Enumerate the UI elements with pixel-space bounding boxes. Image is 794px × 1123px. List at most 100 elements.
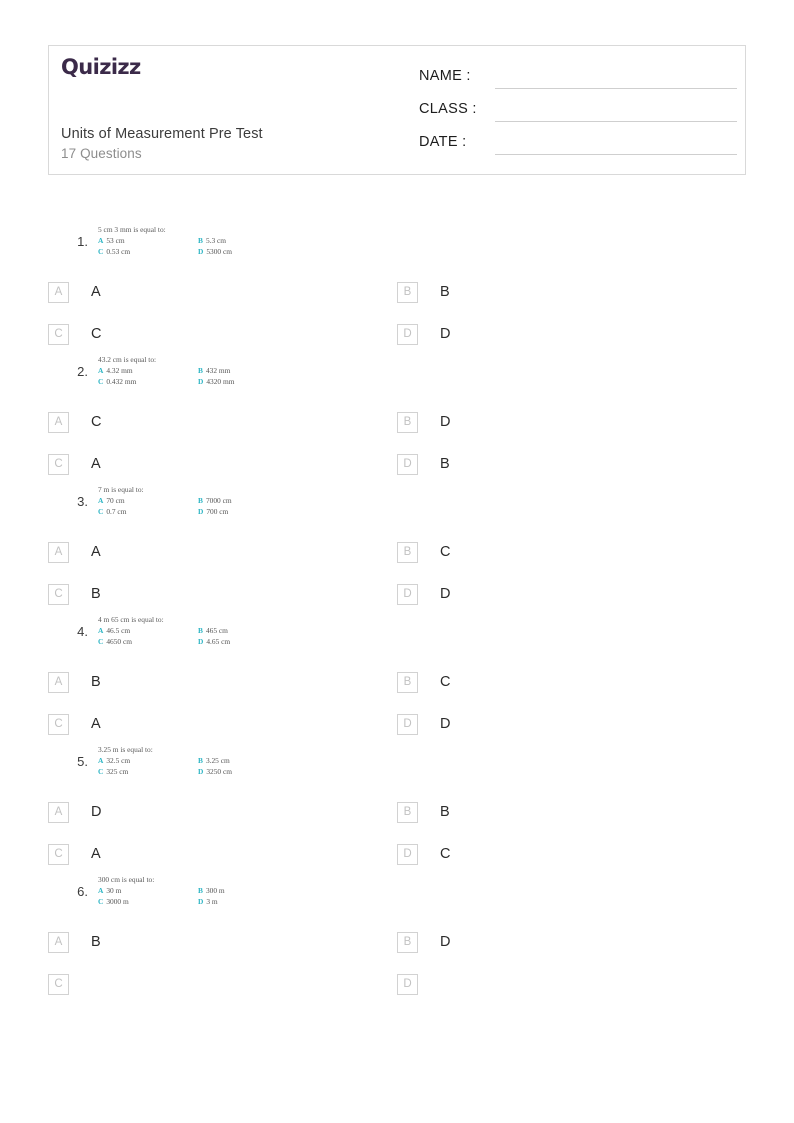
answer-choice[interactable]: CC [48,313,101,355]
option-letter: D [198,636,204,646]
answer-choice[interactable]: DD [397,313,450,355]
answer-choice-text: A [91,544,101,560]
answer-choice[interactable]: BD [397,921,450,963]
answer-choice-text: A [91,284,101,300]
answer-checkbox[interactable]: A [48,671,69,693]
question-image: 7 m is equal to: A 70 cm B 7000 cm C 0.7 cm D 70… [98,485,308,517]
answer-checkbox[interactable]: A [48,541,69,563]
answer-choice[interactable]: AA [48,271,101,313]
answer-checkbox[interactable]: D [397,973,418,995]
answer-choice[interactable]: CA [48,443,101,485]
question-block: 6. 300 cm is equal to: A 30 m B 300 m C 3000 mD… [0,875,794,1005]
date-field-row: DATE : [419,134,737,156]
answer-checkbox[interactable]: C [48,453,69,475]
answer-choice-row: AC BD [0,401,794,443]
option-text: 4320 mm [206,376,235,386]
answer-checkbox[interactable]: B [397,931,418,953]
question-image: 4 m 65 cm is equal to: A 46.5 cm B 465 cm C 46… [98,615,308,647]
option-letter: B [198,626,203,635]
question-option: B 465 cm [198,626,298,637]
option-text: 4.32 mm [106,366,133,375]
answer-choice[interactable]: DD [397,703,450,745]
answer-choice-text: D [440,716,451,732]
answer-choice[interactable]: CB [48,573,101,615]
option-text: 3000 m [106,896,129,906]
answer-checkbox[interactable]: C [48,713,69,735]
question-option: B 3.25 cm [198,756,298,767]
answer-choice[interactable]: AB [48,661,101,703]
question-number: 5. [77,754,88,769]
question-header: 1. 5 cm 3 mm is equal to: A 53 cm B 5.3 cm C 0.… [0,225,794,271]
answer-choice[interactable]: DD [397,573,450,615]
question-prompt: 3.25 m is equal to: [98,745,153,754]
question-option: C 3000 m [98,897,198,908]
answer-choice[interactable]: AA [48,531,101,573]
option-text: 7000 cm [205,496,232,505]
answer-choice[interactable]: AD [48,791,101,833]
option-letter: C [98,766,104,776]
question-block: 3. 7 m is equal to: A 70 cm B 7000 cm C 0.7 cm D… [0,485,794,615]
answer-choice-row: CA DB [0,443,794,485]
answer-checkbox[interactable]: D [397,713,418,735]
answer-choice-row: AABC [0,531,794,573]
answer-checkbox[interactable]: B [397,671,418,693]
answer-choice[interactable]: BB [397,271,450,313]
answer-choice[interactable]: CA [48,703,101,745]
answer-choice[interactable]: BD [397,401,450,443]
answer-choice-row: ADBB [0,791,794,833]
answer-checkbox[interactable]: C [48,843,69,865]
class-input-line[interactable] [495,121,737,122]
answer-choice-text: B [440,804,450,820]
answer-checkbox[interactable]: D [397,843,418,865]
answer-checkbox[interactable]: B [397,411,418,433]
answer-choice-text: D [440,586,451,602]
answer-checkbox[interactable]: A [48,931,69,953]
question-option: A 4.32 mm [98,366,198,377]
answer-choice[interactable]: DB [397,443,450,485]
answer-checkbox[interactable]: B [397,541,418,563]
quizizz-logo: Quizizz [61,55,141,79]
answer-choice[interactable]: C [48,963,91,1005]
answer-choice[interactable]: BB [397,791,450,833]
answer-choice[interactable]: DC [397,833,450,875]
option-text: 0.432 mm [106,376,137,386]
name-input-line[interactable] [495,88,737,89]
answer-checkbox[interactable]: C [48,323,69,345]
page-title: Units of Measurement Pre Test [61,126,263,142]
question-option: C 0.432 mm [98,377,198,388]
question-option-grid: A 30 m B 300 m C 3000 mD3 m [98,886,298,907]
option-text: 432 mm [205,366,231,375]
question-image: 5 cm 3 mm is equal to: A 53 cm B 5.3 cm C 0.53… [98,225,308,257]
answer-checkbox[interactable]: C [48,973,69,995]
date-input-line[interactable] [495,154,737,155]
option-letter: A [98,496,104,505]
answer-checkbox[interactable]: A [48,281,69,303]
answer-choice[interactable]: AC [48,401,101,443]
answer-choice[interactable]: CA [48,833,101,875]
answer-checkbox[interactable]: D [397,453,418,475]
answer-choice-row: CBDD [0,573,794,615]
question-option: C 0.7 cm [98,507,198,518]
answer-choice[interactable]: AB [48,921,101,963]
answer-checkbox[interactable]: C [48,583,69,605]
option-letter: C [98,376,104,386]
answer-choice[interactable]: BC [397,661,450,703]
option-text: 53 cm [106,236,125,245]
answer-checkbox[interactable]: B [397,801,418,823]
answer-choice[interactable]: BC [397,531,450,573]
answer-choices: ABBDCD [0,921,794,1005]
answer-checkbox[interactable]: A [48,411,69,433]
answer-choice-row: ABBC [0,661,794,703]
answer-choice[interactable]: D [397,963,440,1005]
question-prompt: 300 cm is equal to: [98,875,155,884]
answer-checkbox[interactable]: D [397,583,418,605]
option-letter: B [198,366,203,375]
answer-choices: AABBCCDD [0,271,794,355]
question-option: D 4.65 cm [198,637,298,648]
answer-checkbox[interactable]: A [48,801,69,823]
option-letter: C [98,896,104,906]
question-header: 4. 4 m 65 cm is equal to: A 46.5 cm B 465 cm C… [0,615,794,661]
answer-checkbox[interactable]: D [397,323,418,345]
answer-checkbox[interactable]: B [397,281,418,303]
answer-choice-text: C [440,544,451,560]
